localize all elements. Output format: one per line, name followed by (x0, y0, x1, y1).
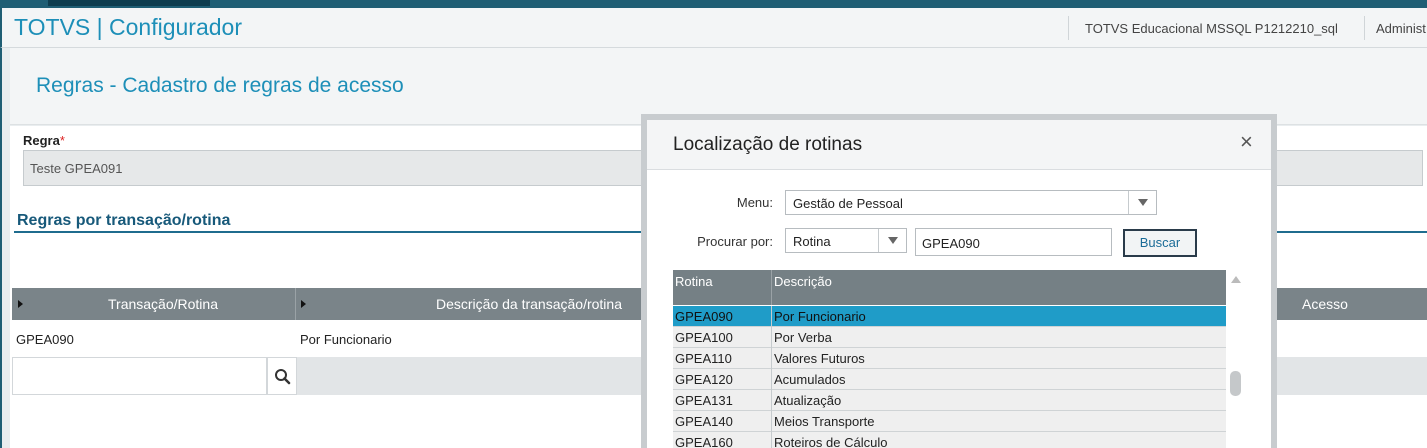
app-title: TOTVS | Configurador (14, 14, 242, 40)
cell-divider (771, 432, 772, 448)
cell-descricao: Acumulados (774, 372, 846, 387)
rotina-search-button[interactable] (267, 357, 297, 395)
app-header: TOTVS | Configurador TOTVS Educacional M… (0, 8, 1427, 48)
sort-arrow-icon[interactable] (18, 300, 23, 308)
menu-select-value: Gestão de Pessoal (793, 196, 903, 211)
cell-divider (771, 306, 772, 327)
table-row[interactable]: GPEA120 Acumulados (673, 369, 1226, 390)
column-header-rotina[interactable]: Transação/Rotina (108, 288, 218, 320)
table-row[interactable]: GPEA100 Por Verba (673, 327, 1226, 348)
cell-descricao: Valores Futuros (774, 351, 865, 366)
cell-divider (771, 411, 772, 432)
active-tab-indicator (48, 0, 210, 6)
required-marker: * (59, 133, 65, 148)
cell-rotina: GPEA090 (16, 332, 74, 347)
table-row[interactable]: GPEA140 Meios Transporte (673, 411, 1226, 432)
cell-descricao: Por Funcionario (774, 309, 866, 324)
cell-descricao: Atualização (774, 393, 842, 408)
cell-descricao: Por Verba (774, 330, 832, 345)
cell-rotina: GPEA110 (675, 351, 732, 366)
search-input[interactable]: GPEA090 (915, 228, 1112, 256)
chevron-down-icon[interactable] (1128, 191, 1156, 214)
scrollbar-thumb[interactable] (1230, 371, 1241, 396)
section-title: Regras por transação/rotina (17, 212, 231, 229)
header-divider (1364, 16, 1365, 40)
cell-divider (771, 390, 772, 411)
cell-descricao: Por Funcionario (300, 332, 392, 347)
dialog-header: Localização de rotinas × (647, 120, 1271, 170)
cell-divider (771, 348, 772, 369)
header-divider (1068, 16, 1069, 40)
results-header: Rotina Descrição (673, 270, 1226, 305)
column-header-descricao[interactable]: Descrição da transação/rotina (436, 288, 622, 320)
regra-label-text: Regra (23, 133, 60, 148)
cell-rotina: GPEA131 (675, 393, 733, 408)
cell-divider (771, 327, 772, 348)
cell-rotina: GPEA100 (675, 330, 733, 345)
dialog-title: Localização de rotinas (673, 134, 863, 155)
column-divider (771, 270, 772, 305)
results-header-descricao[interactable]: Descrição (774, 274, 832, 289)
results-header-rotina[interactable]: Rotina (675, 274, 713, 289)
procurar-select-value: Rotina (793, 234, 831, 249)
menu-label: Menu: (736, 195, 773, 210)
procurar-label: Procurar por: (697, 234, 773, 249)
regra-label: Regra* (23, 133, 65, 148)
cell-divider (771, 369, 772, 390)
results-table: GPEA090 Por Funcionario GPEA100 Por Verb… (673, 306, 1226, 448)
top-strip (0, 0, 1427, 8)
environment-label[interactable]: TOTVS Educacional MSSQL P1212210_sql (1085, 21, 1338, 36)
column-header-acesso[interactable]: Acesso (1302, 288, 1348, 320)
cell-rotina: GPEA120 (675, 372, 733, 387)
rotina-input[interactable] (12, 357, 267, 395)
cell-rotina: GPEA160 (675, 435, 733, 448)
sort-arrow-icon[interactable] (301, 300, 306, 308)
cell-descricao: Meios Transporte (774, 414, 875, 429)
user-menu[interactable]: Administ (1376, 21, 1426, 36)
scroll-up-icon[interactable] (1231, 276, 1241, 283)
procurar-select[interactable]: Rotina (785, 228, 907, 253)
page-title: Regras - Cadastro de regras de acesso (36, 74, 404, 97)
localizacao-dialog: Localização de rotinas × Menu: Gestão de… (647, 120, 1271, 448)
close-icon[interactable]: × (1240, 131, 1253, 153)
buscar-button[interactable]: Buscar (1123, 229, 1197, 257)
cell-rotina: GPEA090 (675, 309, 733, 324)
table-row[interactable]: GPEA110 Valores Futuros (673, 348, 1226, 369)
column-divider (295, 288, 296, 320)
menu-select[interactable]: Gestão de Pessoal (785, 190, 1157, 215)
table-row[interactable]: GPEA131 Atualização (673, 390, 1226, 411)
table-row[interactable]: GPEA160 Roteiros de Cálculo (673, 432, 1226, 448)
chevron-down-icon[interactable] (878, 229, 906, 252)
cell-rotina: GPEA140 (675, 414, 733, 429)
cell-descricao: Roteiros de Cálculo (774, 435, 888, 448)
search-icon (275, 369, 291, 385)
table-row[interactable]: GPEA090 Por Funcionario (673, 306, 1226, 327)
